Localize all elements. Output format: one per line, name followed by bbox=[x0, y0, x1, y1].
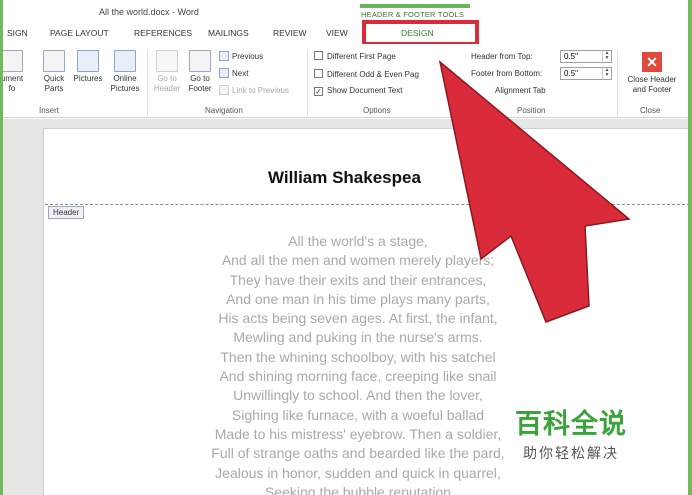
poem-line: They have their exits and their entrance… bbox=[229, 271, 487, 288]
watermark-title: 百科全说 bbox=[515, 409, 627, 440]
next-label: Next bbox=[232, 69, 249, 78]
contextual-tab-accent bbox=[360, 4, 470, 8]
document-info-icon bbox=[3, 50, 23, 72]
word-window: All the world.docx - Word HEADER & FOOTE… bbox=[0, 0, 692, 495]
group-label-close: Close bbox=[640, 106, 661, 115]
different-first-page-label: Different First Page bbox=[327, 52, 396, 61]
previous-label: Previous bbox=[232, 52, 264, 61]
poem-text: All the world's a stage, And all the men … bbox=[193, 232, 523, 495]
online-pictures-label: Online Pictures bbox=[110, 74, 140, 93]
previous-button[interactable]: Previous bbox=[219, 51, 263, 61]
footer-from-bottom-spinner[interactable]: 0.5" ▲ ▼ bbox=[560, 67, 612, 80]
go-to-footer-icon bbox=[189, 50, 211, 72]
poem-line: Jealous in honor, sudden and quick in qu… bbox=[215, 464, 501, 481]
next-button[interactable]: Next bbox=[219, 68, 248, 78]
poem-line: And all the men and women merely players… bbox=[221, 252, 495, 269]
poem-line: Mewling and puking in the nurse's arms. bbox=[233, 329, 483, 346]
spinner-arrows-icon[interactable]: ▲ ▼ bbox=[602, 68, 611, 79]
poem-line: Unwillingly to school. And then the love… bbox=[233, 387, 483, 404]
header-tag: Header bbox=[48, 206, 85, 219]
document-info-button[interactable]: ument fo bbox=[0, 50, 27, 94]
header-boundary-line bbox=[45, 204, 688, 205]
link-to-previous-label: Link to Previous bbox=[232, 86, 289, 95]
group-divider bbox=[307, 50, 308, 116]
watermark-subtitle: 助你轻松解决 bbox=[523, 446, 619, 462]
poem-line: Full of strange oaths and bearded like t… bbox=[211, 445, 505, 462]
header-from-top-label: Header from Top: bbox=[471, 52, 533, 61]
alignment-tab-button[interactable]: Alignment Tab bbox=[495, 86, 546, 95]
link-to-previous-button[interactable]: Link to Previous bbox=[219, 85, 289, 95]
pictures-label: Pictures bbox=[73, 74, 103, 83]
poem-line: Made to his mistress' eyebrow. Then a so… bbox=[214, 425, 502, 442]
quick-parts-button[interactable]: Quick Parts bbox=[39, 50, 69, 94]
poem-line: Then the whining schoolboy, with his sat… bbox=[220, 348, 496, 365]
poem-line: And shining morning face, creeping like … bbox=[219, 368, 497, 385]
document-heading: William Shakespea bbox=[268, 168, 421, 187]
pictures-icon bbox=[77, 50, 99, 72]
alignment-tab-label: Alignment Tab bbox=[495, 86, 546, 95]
checkbox-box bbox=[314, 51, 323, 60]
close-icon: ✕ bbox=[642, 52, 662, 72]
tab-view[interactable]: VIEW bbox=[326, 28, 348, 38]
poem-line: Sighing like furnace, with a woeful ball… bbox=[231, 406, 485, 423]
different-odd-even-label: Different Odd & Even Pag bbox=[327, 70, 419, 79]
watermark: 百科全说 助你轻松解决 bbox=[515, 402, 627, 463]
document-info-label: ument fo bbox=[0, 74, 24, 93]
show-document-text-label: Show Document Text bbox=[327, 86, 403, 95]
close-header-footer-label: Close Header and Footer bbox=[627, 75, 677, 94]
poem-line: All the world's a stage, bbox=[288, 233, 428, 249]
group-label-options: Options bbox=[363, 106, 391, 115]
ribbon: ument fo Quick Parts Pictures Online Pic… bbox=[3, 44, 688, 118]
group-divider bbox=[147, 50, 148, 116]
quick-parts-icon bbox=[43, 50, 65, 72]
title-bar: All the world.docx - Word HEADER & FOOTE… bbox=[3, 0, 688, 24]
link-icon bbox=[219, 85, 229, 95]
poem-line: His acts being seven ages. At first, the… bbox=[218, 310, 498, 327]
pictures-button[interactable]: Pictures bbox=[70, 50, 106, 84]
group-label-position: Position bbox=[517, 106, 546, 115]
tab-page-layout[interactable]: PAGE LAYOUT bbox=[50, 28, 109, 38]
checkmark-icon: ✓ bbox=[314, 87, 323, 96]
go-to-header-button[interactable]: Go to Header bbox=[151, 50, 183, 94]
group-label-insert: Insert bbox=[39, 106, 60, 115]
window-title: All the world.docx - Word bbox=[99, 7, 199, 17]
go-to-footer-button[interactable]: Go to Footer bbox=[184, 50, 216, 94]
different-odd-even-checkbox[interactable]: Different Odd & Even Pag bbox=[314, 69, 419, 79]
different-first-page-checkbox[interactable]: Different First Page bbox=[314, 51, 396, 61]
contextual-tab-group-label: HEADER & FOOTER TOOLS bbox=[361, 10, 465, 19]
footer-from-bottom-label: Footer from Bottom: bbox=[471, 69, 543, 78]
online-pictures-button[interactable]: Online Pictures bbox=[107, 50, 143, 94]
ribbon-tabs: SIGN PAGE LAYOUT REFERENCES MAILINGS REV… bbox=[3, 28, 688, 44]
group-label-navigation: Navigation bbox=[205, 106, 243, 115]
quick-parts-label: Quick Parts bbox=[43, 74, 65, 93]
go-to-header-icon bbox=[156, 50, 178, 72]
spinner-arrows-icon[interactable]: ▲ ▼ bbox=[602, 51, 611, 62]
close-header-footer-button[interactable]: ✕ Close Header and Footer bbox=[619, 52, 685, 95]
go-to-footer-label: Go to Footer bbox=[188, 74, 212, 93]
design-tab-highlight bbox=[362, 20, 479, 46]
go-to-header-label: Go to Header bbox=[153, 74, 181, 93]
footer-from-bottom-value: 0.5" bbox=[564, 69, 578, 78]
header-from-top-value: 0.5" bbox=[564, 52, 578, 61]
tab-review[interactable]: REVIEW bbox=[273, 28, 307, 38]
checkbox-box bbox=[314, 69, 323, 78]
online-pictures-icon bbox=[114, 50, 136, 72]
header-from-top-spinner[interactable]: 0.5" ▲ ▼ bbox=[560, 50, 612, 63]
tab-design[interactable]: SIGN bbox=[7, 28, 28, 38]
previous-icon bbox=[219, 51, 229, 61]
group-divider bbox=[617, 50, 618, 116]
tab-references[interactable]: REFERENCES bbox=[134, 28, 192, 38]
poem-line: And one man in his time plays many parts… bbox=[226, 290, 490, 307]
show-document-text-checkbox[interactable]: ✓ Show Document Text bbox=[314, 86, 402, 96]
poem-line: Seeking the bubble reputation bbox=[264, 483, 452, 495]
tab-mailings[interactable]: MAILINGS bbox=[208, 28, 249, 38]
next-icon bbox=[219, 68, 229, 78]
